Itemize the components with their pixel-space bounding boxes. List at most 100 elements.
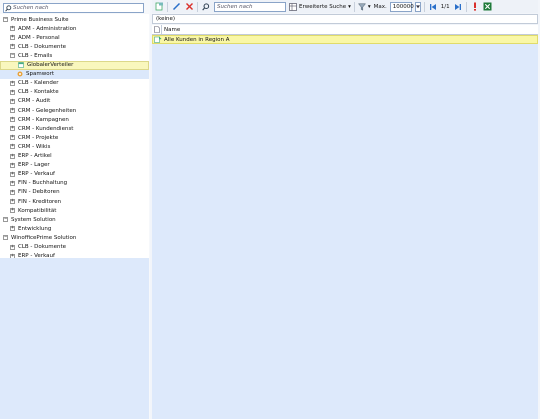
tree-search-input[interactable]: Suchen nach [3, 3, 144, 13]
collapse-icon[interactable]: − [3, 217, 8, 223]
filter-dropdown[interactable]: ▾ [357, 3, 371, 11]
extended-search-dropdown[interactable]: Erweiterte Suche ▾ [289, 2, 351, 11]
expand-icon[interactable]: + [10, 89, 15, 95]
tree-item[interactable]: + ERP - Verkauf [0, 170, 149, 179]
tree-item[interactable]: + CRM - Wikis [0, 142, 149, 151]
collapse-icon[interactable]: − [3, 17, 8, 22]
module-tree: − Prime Business Suite + ADM - Administrati… [0, 14, 149, 259]
toolbar-separator [353, 1, 355, 12]
expand-icon[interactable]: + [10, 153, 15, 159]
tree-item[interactable]: + CRM - Audit [0, 97, 149, 106]
tree-item-label: ADM - Administration [18, 25, 77, 32]
toolbar-separator [167, 1, 168, 12]
expand-icon[interactable]: + [10, 44, 15, 50]
tree-item[interactable]: + CLB - Kalender [0, 79, 149, 88]
filter-value: (keine) [156, 16, 176, 22]
last-page-icon[interactable] [453, 2, 463, 12]
tree-item[interactable]: + CLB - Kontakte [0, 88, 149, 97]
tree-item-label: CLB - Dokumente [18, 43, 67, 50]
tree-item-label: CRM - Kundendienst [18, 125, 74, 132]
tree-item[interactable]: − Prime Business Suite [0, 15, 149, 24]
tree-item[interactable]: + FIN - Kreditoren [0, 197, 149, 206]
chevron-down-icon [415, 4, 420, 8]
tree-item[interactable]: − System Solution [0, 215, 149, 224]
expand-icon[interactable]: + [10, 226, 15, 232]
tree-item-label: Spamwort [26, 71, 54, 78]
tree-item[interactable]: GlobalerVerteiler [0, 60, 149, 70]
tree-item-label: FIN - Kreditoren [18, 198, 62, 205]
grid-header: Name [152, 24, 538, 35]
tree-item-label: WinofficePrime Solution [11, 234, 77, 241]
expand-icon[interactable]: + [10, 208, 15, 214]
search-icon[interactable] [201, 2, 211, 12]
table-row[interactable]: Alle Kunden in Region A [152, 35, 538, 44]
tree-item-label: ERP - Lager [18, 162, 50, 169]
chevron-down-icon: ▾ [348, 3, 351, 10]
collapse-icon[interactable]: − [3, 235, 8, 241]
new-record-icon[interactable] [154, 2, 164, 12]
page-indicator: 1/1 [440, 3, 450, 10]
expand-icon[interactable]: + [10, 180, 15, 186]
tree-item-label: Entwicklung [18, 225, 52, 232]
expand-icon[interactable]: + [10, 162, 15, 168]
table-icon [18, 62, 24, 68]
tree-item[interactable]: + CRM - Kundendienst [0, 124, 149, 133]
first-page-icon[interactable] [428, 2, 438, 12]
filter-status-bar[interactable]: (keine) [152, 14, 538, 24]
expand-icon[interactable]: + [10, 199, 15, 204]
tree-item[interactable]: + ERP - Lager [0, 161, 149, 170]
tree-item[interactable]: + ERP - Artikel [0, 152, 149, 161]
toolbar-search-input[interactable]: Suchen nach [214, 1, 286, 12]
tree-item[interactable]: + CLB - Dokumente [0, 42, 149, 51]
tree-item-label: CRM - Kampagnen [18, 116, 69, 123]
tree-item[interactable]: + FIN - Debitoren [0, 188, 149, 197]
collapse-icon[interactable]: − [10, 53, 15, 59]
tree-item[interactable]: + FIN - Buchhaltung [0, 179, 149, 188]
tree-item-label: FIN - Debitoren [18, 189, 60, 196]
expand-icon[interactable]: + [10, 26, 15, 32]
content-panel: Suchen nach Erweiterte Suche ▾ ▾ Max. 10… [152, 0, 538, 419]
search-icon [4, 4, 13, 12]
column-header-name[interactable]: Name [162, 27, 180, 33]
expand-icon[interactable]: + [10, 80, 15, 86]
expand-icon[interactable]: + [10, 189, 15, 195]
document-icon [152, 24, 162, 35]
tree-item-label: ERP - Artikel [18, 153, 52, 159]
expand-icon[interactable]: + [10, 108, 15, 113]
record-icon [153, 36, 163, 44]
tree-item[interactable]: − CLB - Emails [0, 51, 149, 60]
tree-item-label: ERP - Verkauf [18, 171, 55, 178]
tree-item-label: Kompatibilität [18, 207, 57, 214]
expand-icon[interactable]: + [10, 126, 15, 132]
tree-item-label: CRM - Projekte [18, 134, 59, 141]
expand-icon[interactable]: + [10, 144, 15, 150]
tree-item[interactable]: − WinofficePrime Solution [0, 233, 149, 242]
expand-icon[interactable]: + [10, 135, 15, 141]
expand-icon[interactable]: + [10, 117, 15, 123]
tree-item[interactable]: Spamwort [0, 69, 149, 79]
tree-item[interactable]: + CLB - Dokumente [0, 243, 149, 252]
max-results-input[interactable]: 100000 [389, 1, 414, 12]
tree-item[interactable]: + CRM - Kampagnen [0, 115, 149, 124]
tree-item-label: CRM - Gelegenheiten [18, 107, 77, 114]
expand-icon[interactable]: + [10, 35, 15, 41]
tree-item[interactable]: + CRM - Projekte [0, 133, 149, 142]
expand-icon[interactable]: + [10, 244, 15, 250]
results-grid: Name Alle Kunden in Region A [152, 24, 538, 419]
tree-item[interactable]: + Kompatibilität [0, 206, 149, 215]
tree-item[interactable]: + ADM - Personal [0, 33, 149, 42]
tree-item-label: CLB - Emails [18, 52, 53, 59]
expand-icon[interactable]: + [10, 171, 15, 177]
excel-export-icon[interactable] [483, 2, 493, 12]
navigation-panel: Suchen nach − Prime Business Suite + ADM - … [0, 0, 150, 419]
expand-icon[interactable]: + [10, 98, 15, 104]
tree-item[interactable]: + CRM - Gelegenheiten [0, 106, 149, 115]
tree-item[interactable]: + Entwicklung [0, 224, 149, 233]
tree-item[interactable]: + ADM - Administration [0, 24, 149, 33]
tree-item-label: Prime Business Suite [11, 16, 69, 23]
max-results-dropdown[interactable] [414, 1, 421, 12]
edit-icon[interactable] [171, 2, 181, 12]
alert-icon[interactable] [470, 2, 480, 12]
delete-icon[interactable] [184, 2, 194, 12]
filter-grid-icon [289, 2, 297, 11]
